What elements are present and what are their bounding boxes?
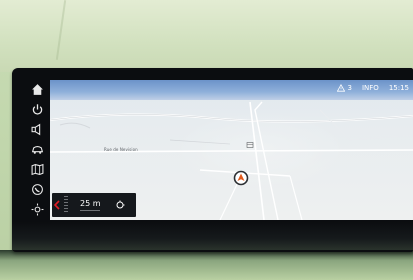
- home-button[interactable]: [22, 80, 52, 98]
- power-icon: [32, 103, 42, 115]
- car-button[interactable]: [22, 140, 52, 158]
- distance-value: 25 m: [80, 198, 101, 208]
- phone-icon: [31, 183, 43, 195]
- home-icon: [31, 83, 43, 95]
- media-speaker-icon: [31, 123, 40, 135]
- distance-underline: [80, 209, 100, 211]
- turn-distance: 25 m: [80, 198, 101, 211]
- back-button[interactable]: [52, 193, 62, 217]
- roundabout-icon: [116, 200, 125, 209]
- phone-button[interactable]: [22, 180, 52, 198]
- display-lower-trim: [12, 222, 413, 250]
- status-bar: 3 INFO 15:15: [329, 80, 413, 95]
- chevron-left-icon: [54, 200, 60, 210]
- building-icon[interactable]: [246, 141, 254, 149]
- navigation-screen[interactable]: Rue de Nevision 3 INFO 15:15 25 m: [50, 80, 413, 220]
- guidance-panel[interactable]: 25 m: [52, 193, 136, 217]
- media-button[interactable]: [22, 120, 52, 138]
- settings-button[interactable]: [22, 200, 52, 218]
- car-icon: [31, 145, 43, 154]
- side-menu-rail: [22, 80, 52, 220]
- background-wall: [0, 0, 413, 72]
- info-label[interactable]: INFO: [362, 84, 379, 92]
- dashboard-surface: [0, 250, 413, 280]
- navigation-button[interactable]: [22, 160, 52, 178]
- map-book-icon: [31, 163, 43, 175]
- power-button[interactable]: [22, 100, 52, 118]
- settings-sun-icon: [31, 203, 43, 215]
- wall-crease: [55, 0, 67, 60]
- warning-count: 3: [347, 83, 352, 92]
- vehicle-position-icon: [233, 170, 249, 186]
- clock-time: 15:15: [388, 83, 409, 92]
- street-label: Rue de Nevision: [104, 147, 138, 152]
- warning-indicator[interactable]: 3: [336, 83, 352, 92]
- warning-triangle-icon: [336, 83, 345, 92]
- lane-indicator: [64, 196, 68, 214]
